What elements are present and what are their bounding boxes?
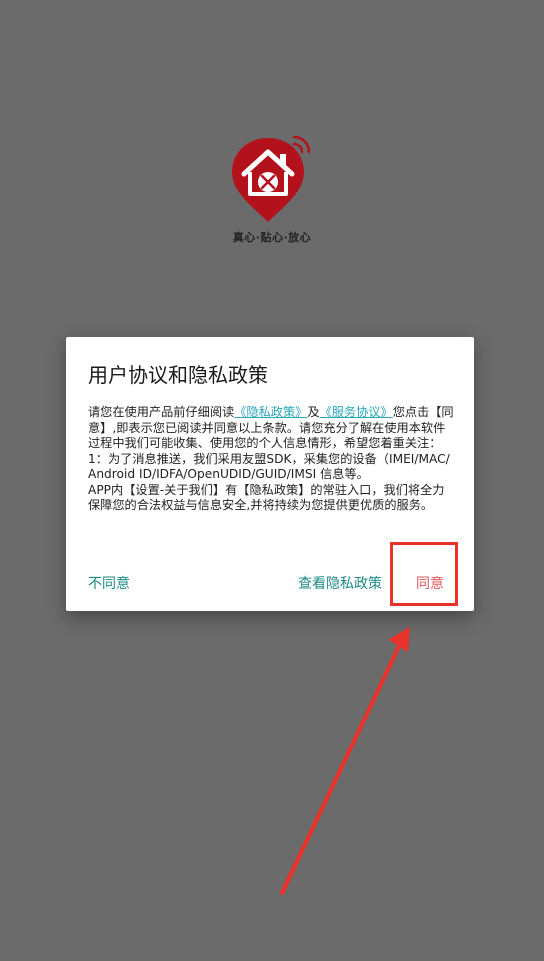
app-slogan: 真心·贴心·放心 [232, 231, 312, 244]
dialog-item-2: APP内【设置-关于我们】有【隐私政策】的常驻入口，我们将全力保障您的合法权益与… [88, 482, 445, 513]
service-agreement-link[interactable]: 《服务协议》 [320, 405, 393, 419]
privacy-policy-link[interactable]: 《隐私政策》 [234, 405, 307, 419]
dialog-body: 请您在使用产品前仔细阅读《隐私政策》及《服务协议》您点击【同意】,即表示您已阅读… [88, 405, 454, 514]
annotation-highlight-box [390, 542, 458, 606]
app-logo-icon [232, 135, 311, 222]
dialog-item-1: 1：为了消息推送，我们采用友盟SDK，采集您的设备（IMEI/MAC/Andro… [88, 451, 450, 482]
and-text: 及 [307, 405, 320, 419]
view-privacy-policy-button[interactable]: 查看隐私政策 [298, 573, 382, 593]
dialog-intro: 请您在使用产品前仔细阅读《隐私政策》及《服务协议》您点击【同意】,即表示您已阅读… [88, 405, 454, 452]
disagree-button[interactable]: 不同意 [88, 573, 130, 593]
intro-text: 请您在使用产品前仔细阅读 [88, 405, 235, 419]
dialog-title: 用户协议和隐私政策 [88, 363, 268, 387]
